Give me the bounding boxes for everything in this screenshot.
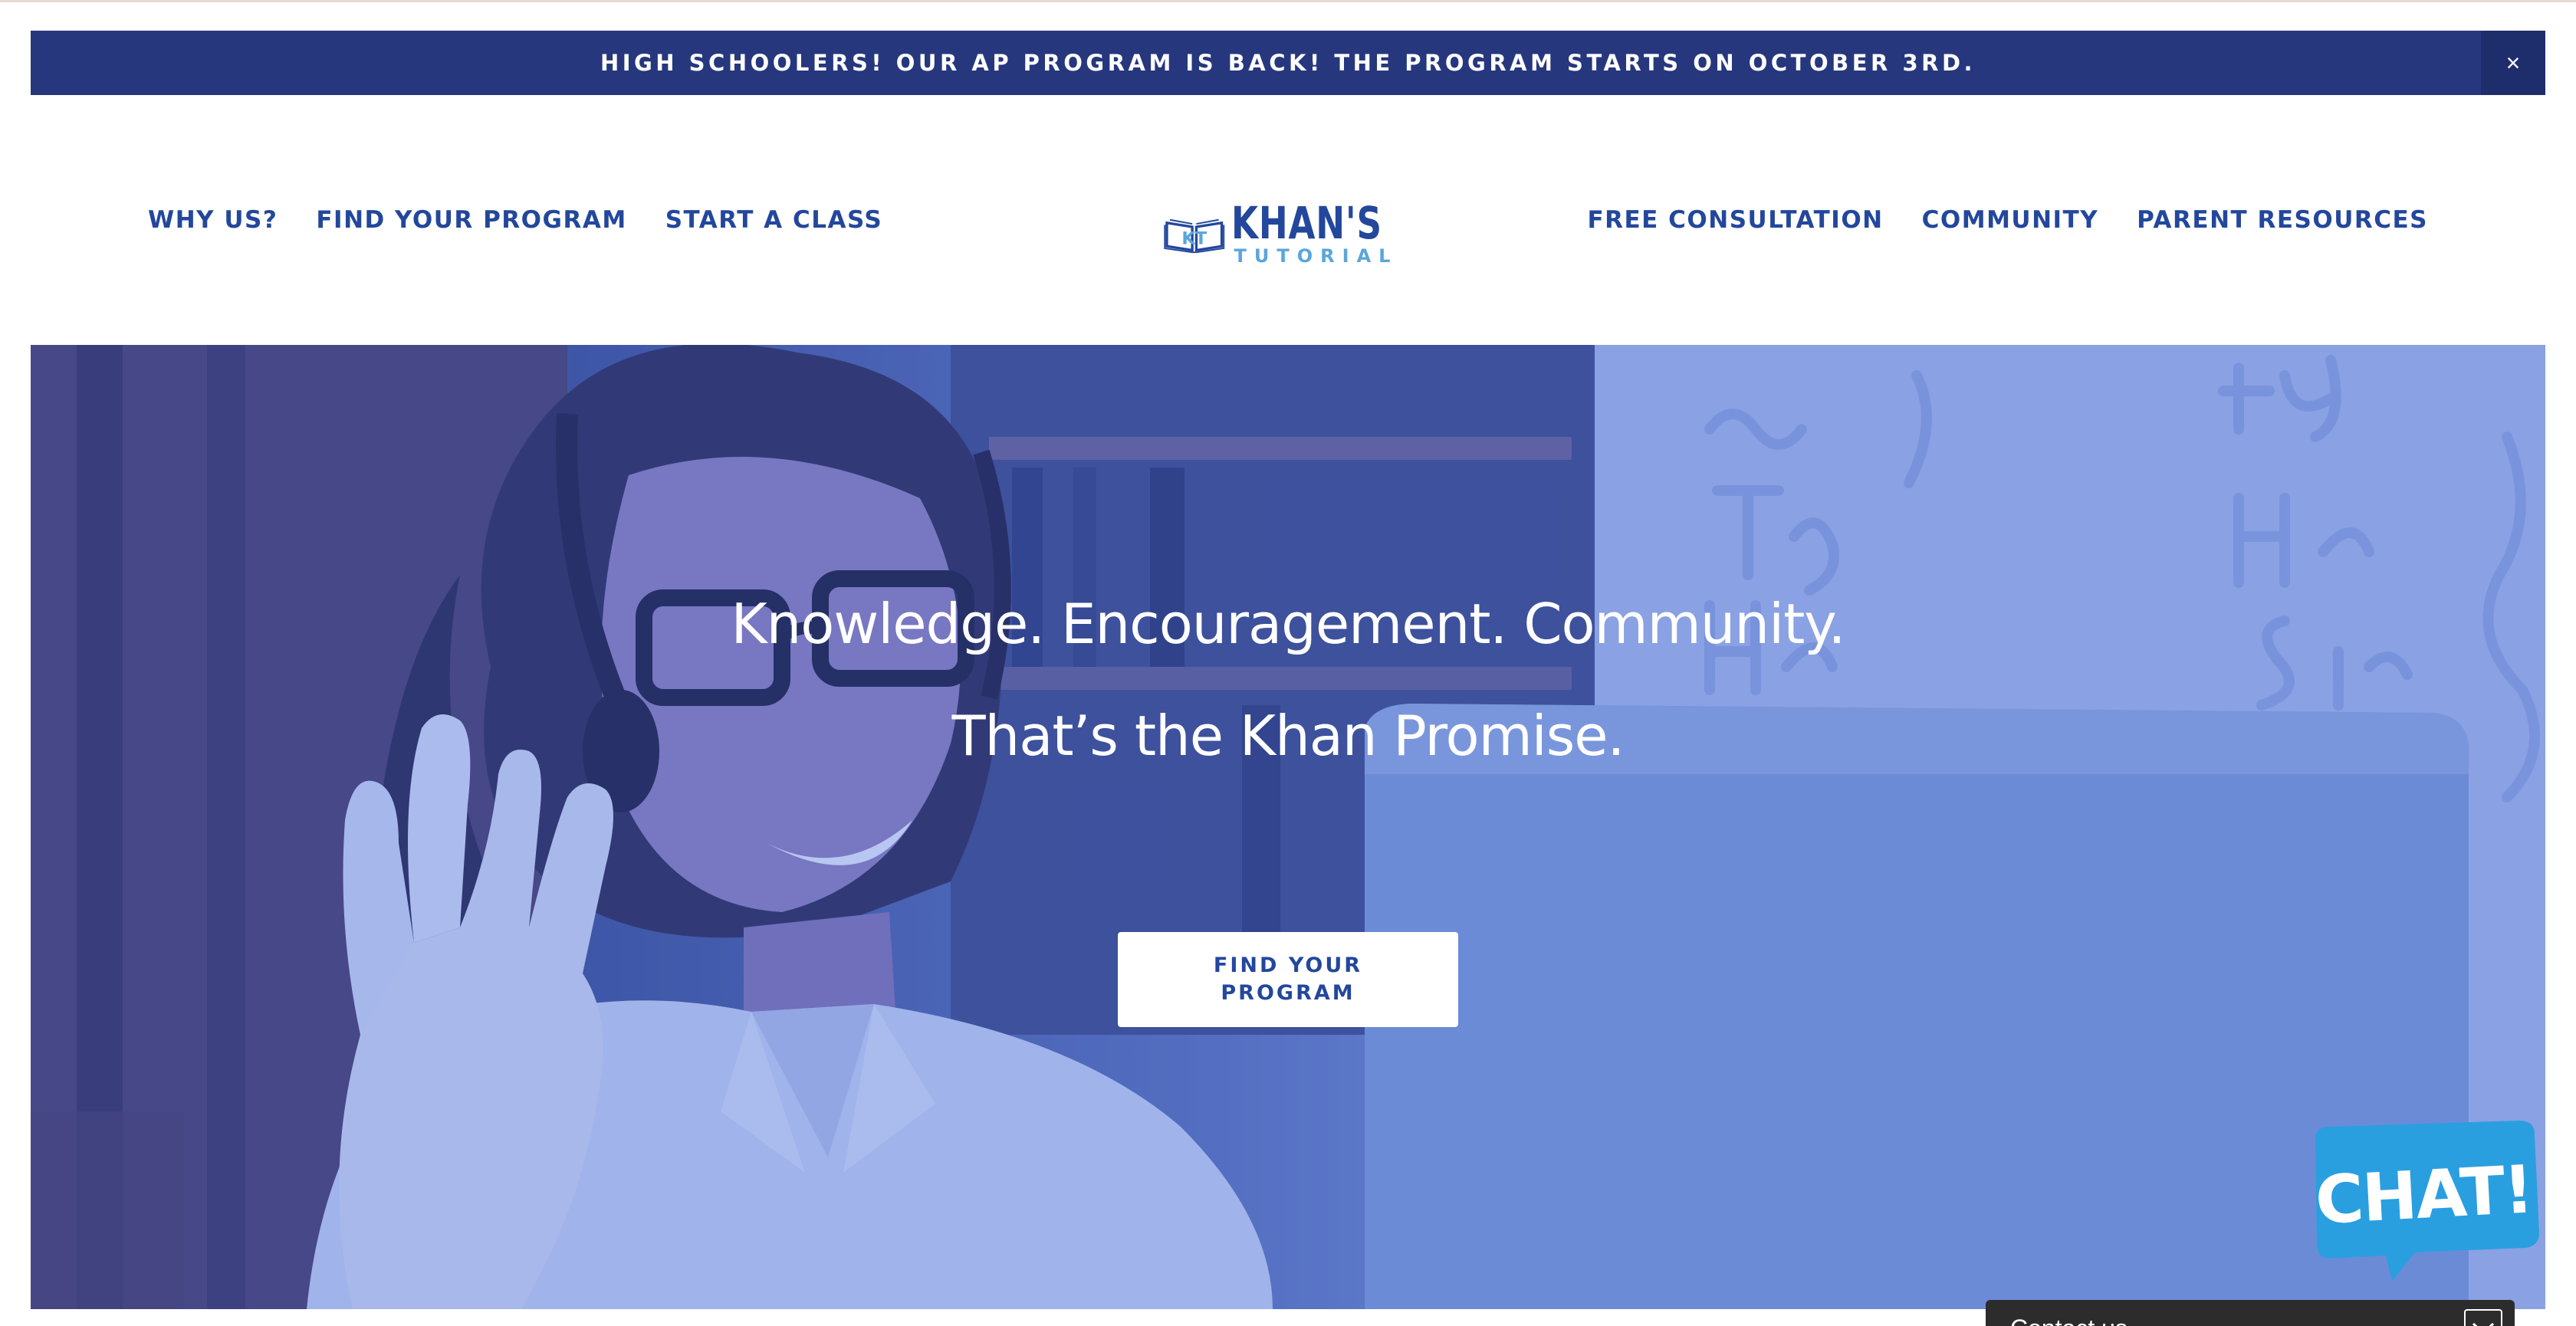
open-book-icon: KT [1164,218,1225,254]
chevron-down-icon[interactable] [2464,1309,2502,1326]
chat-label: CHAT! [2313,1151,2535,1239]
site-logo[interactable]: KT KHAN'S TUTORIAL [1164,201,1424,265]
chat-button[interactable]: CHAT! [2300,1118,2545,1286]
nav-left: WHY US? FIND YOUR PROGRAM START A CLASS [148,95,882,345]
find-your-program-button[interactable]: FIND YOUR PROGRAM [1118,932,1458,1027]
contact-us-bar[interactable]: Contact us [1986,1300,2515,1326]
nav-right: FREE CONSULTATION COMMUNITY PARENT RESOU… [1587,95,2428,345]
site-header: WHY US? FIND YOUR PROGRAM START A CLASS … [31,95,2545,345]
page-frame: HIGH SCHOOLERS! OUR AP PROGRAM IS BACK! … [31,31,2545,1326]
announcement-bar: HIGH SCHOOLERS! OUR AP PROGRAM IS BACK! … [31,31,2545,95]
hero-tint-overlay [31,345,2545,1309]
close-icon: × [2505,48,2521,77]
nav-link-free-consultation[interactable]: FREE CONSULTATION [1587,206,1883,234]
announcement-text: HIGH SCHOOLERS! OUR AP PROGRAM IS BACK! … [600,50,1976,76]
hero-heading-line2: That’s the Khan Promise. [951,704,1625,768]
logo-text: KHAN'S TUTORIAL [1231,201,1424,265]
find-your-program-button-label: FIND YOUR PROGRAM [1213,953,1363,1005]
nav-link-find-your-program[interactable]: FIND YOUR PROGRAM [316,206,626,234]
nav-link-why-us[interactable]: WHY US? [148,206,278,234]
top-rule [0,0,2576,2]
logo-title: KHAN'S [1230,197,1382,249]
logo-subtitle: TUTORIAL [1234,245,1398,267]
nav-link-community[interactable]: COMMUNITY [1922,206,2099,234]
announcement-close-button[interactable]: × [2481,31,2545,95]
nav-link-start-a-class[interactable]: START A CLASS [665,206,883,234]
logo-mark-text: KT [1181,229,1207,249]
nav-link-parent-resources[interactable]: PARENT RESOURCES [2137,206,2428,234]
hero-section: Knowledge. Encouragement. Community. Tha… [31,345,2545,1309]
hero-heading-line1: Knowledge. Encouragement. Community. [731,592,1845,656]
contact-us-label: Contact us [2010,1315,2128,1326]
